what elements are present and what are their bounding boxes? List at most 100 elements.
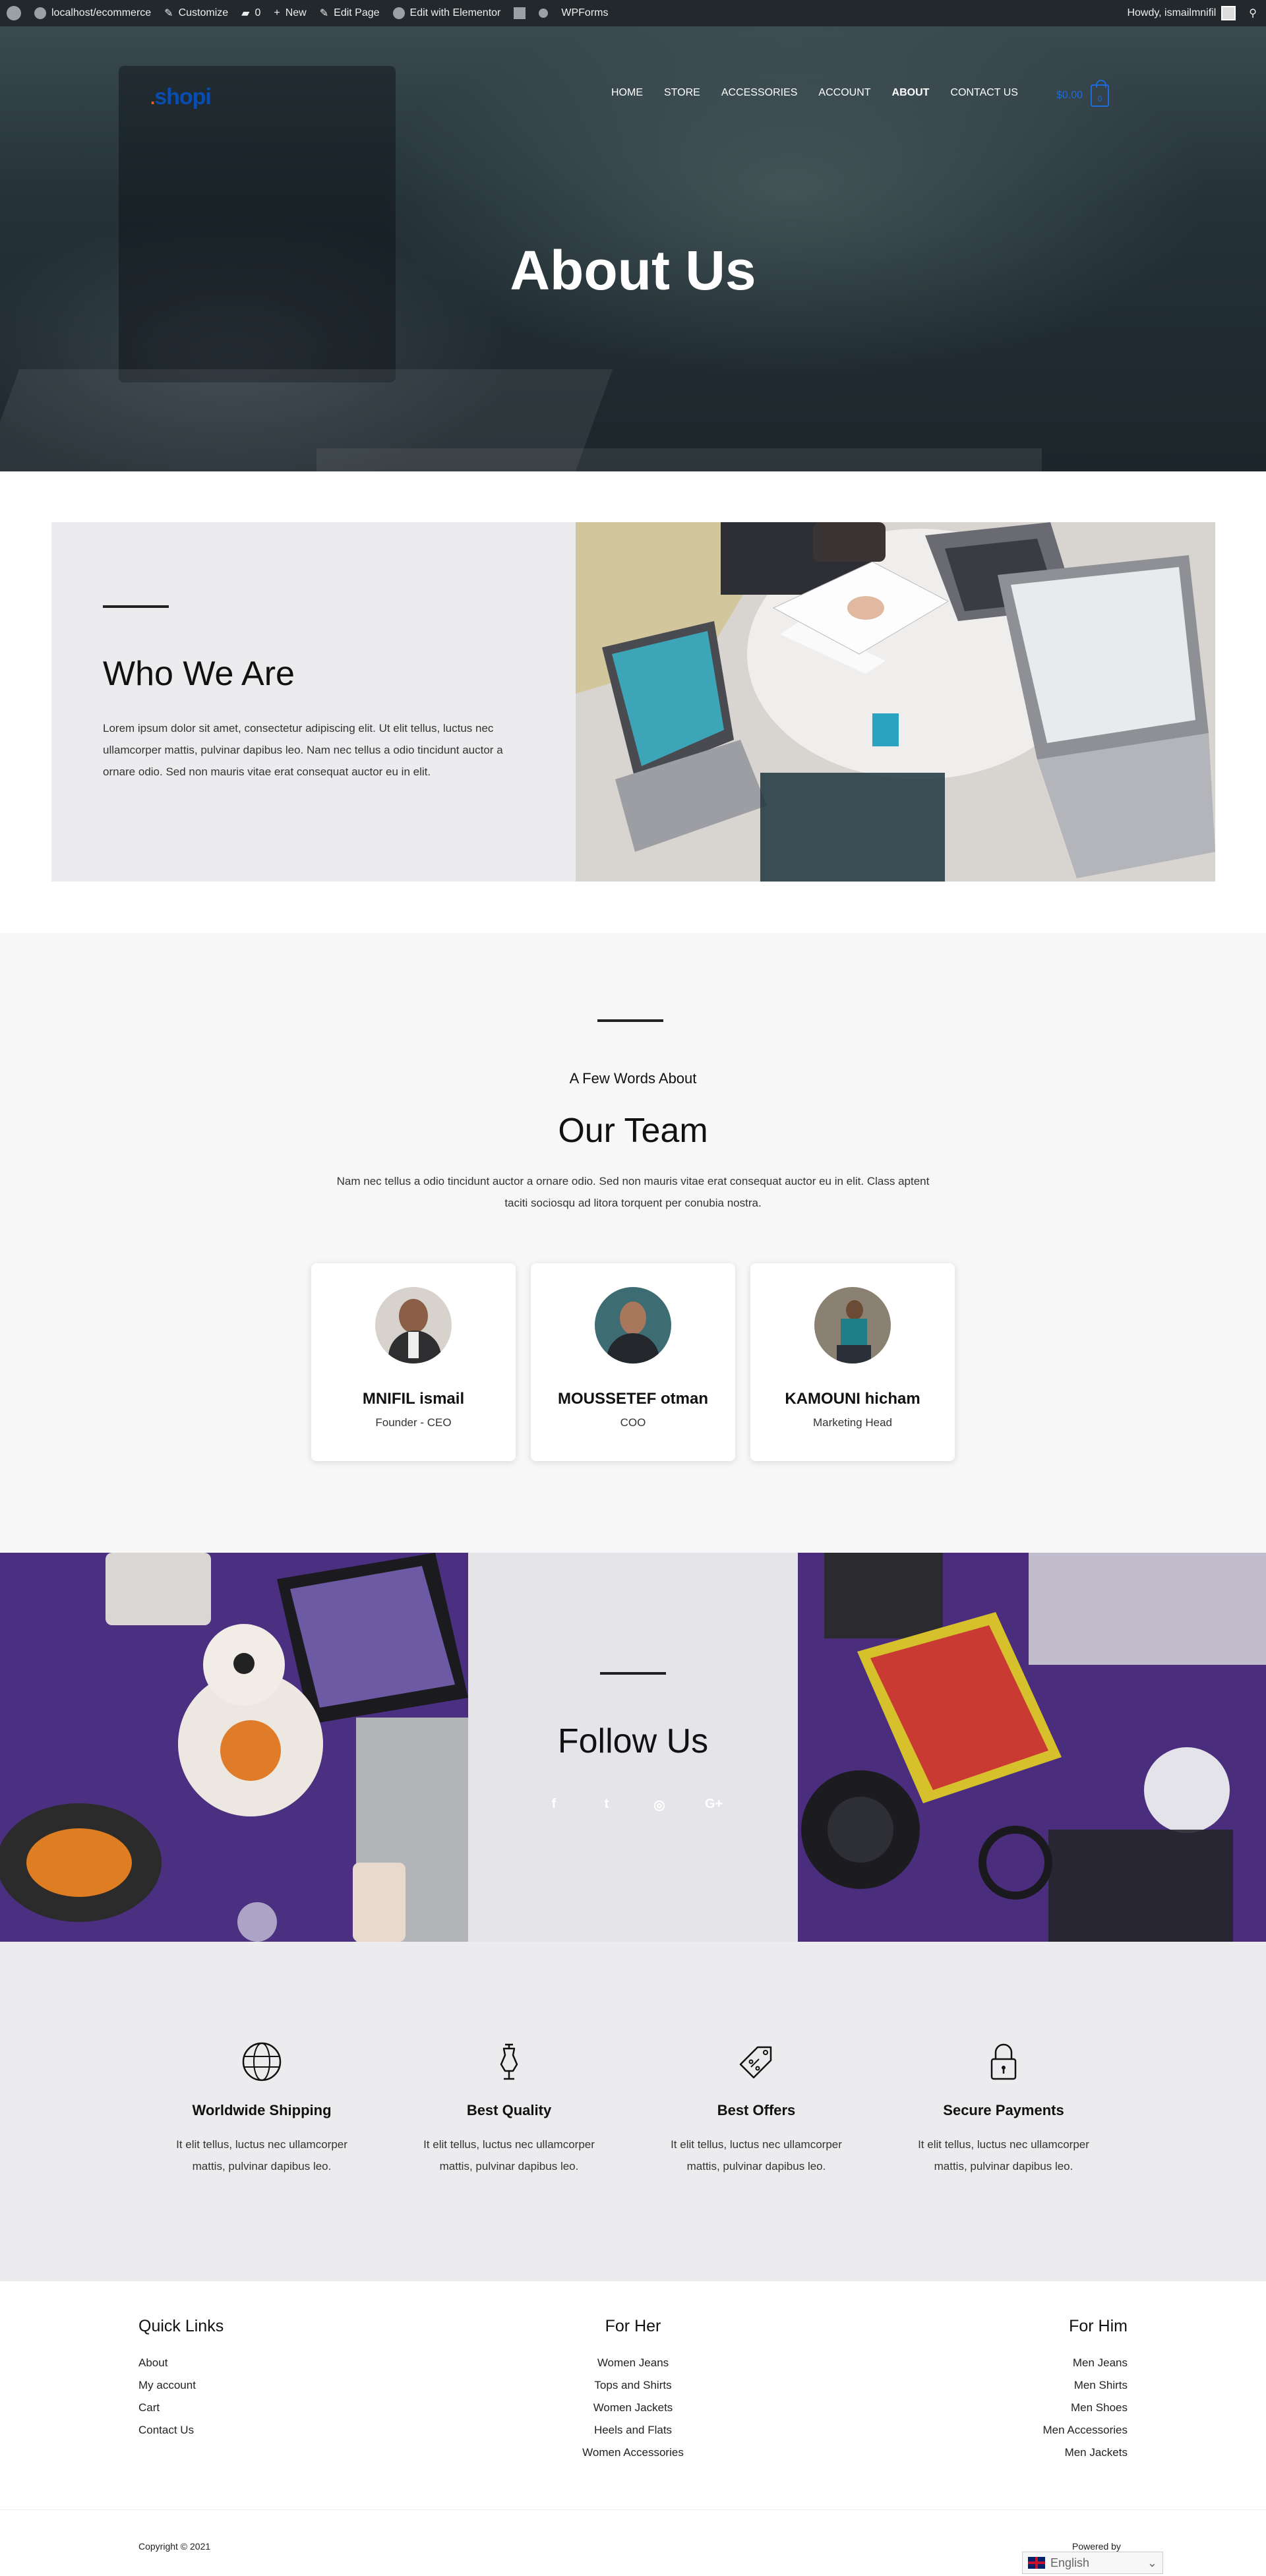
cart-count: 0 — [1097, 94, 1102, 104]
home-icon — [34, 7, 46, 19]
feature-text: It elit tellus, luctus nec ullamcorper m… — [176, 2138, 347, 2172]
hero-background-monitor — [119, 66, 396, 382]
feature-text: It elit tellus, luctus nec ullamcorper m… — [671, 2138, 842, 2172]
language-selector[interactable]: English ⌄ — [1022, 2552, 1163, 2574]
hero-section: .shopi HOME STORE ACCESSORIES ACCOUNT AB… — [0, 26, 1266, 471]
twitter-icon[interactable]: t — [599, 1797, 614, 1813]
social-links: f t ◎ G+ — [468, 1797, 798, 1813]
comments-count: 0 — [255, 7, 261, 18]
section-divider — [103, 605, 169, 608]
footer-link[interactable]: Men Accessories — [930, 2419, 1128, 2441]
comment-icon: ▰ — [241, 8, 250, 19]
feature-title: Secure Payments — [943, 2102, 1064, 2118]
menu-item-home[interactable]: HOME — [611, 87, 643, 99]
edit-elementor-link[interactable]: Edit with Elementor — [386, 0, 508, 26]
footer-link[interactable]: Women Jackets — [501, 2397, 765, 2419]
footer-link[interactable]: Men Jackets — [930, 2441, 1128, 2464]
my-account-link[interactable]: Howdy, ismailmnifil — [1120, 0, 1242, 26]
team-description: Nam nec tellus a odio tincidunt auctor a… — [336, 1175, 930, 1209]
footer-link[interactable]: Contact Us — [138, 2419, 224, 2441]
brush-icon: ✎ — [164, 8, 173, 19]
chevron-down-icon: ⌄ — [1147, 2556, 1157, 2569]
our-team-section: A Few Words About Our Team Nam nec tellu… — [0, 933, 1266, 1553]
footer-link[interactable]: Heels and Flats — [501, 2419, 765, 2441]
footer-link[interactable]: Cart — [138, 2397, 224, 2419]
footer-link[interactable]: Men Shoes — [930, 2397, 1128, 2419]
feature-item: Secure Payments It elit tellus, luctus n… — [905, 2041, 1102, 2177]
menu-item-account[interactable]: ACCOUNT — [818, 87, 870, 99]
menu-item-contact-us[interactable]: CONTACT US — [950, 87, 1018, 99]
copyright-text: Copyright © 2021 — [138, 2541, 211, 2552]
elementor-icon — [392, 7, 405, 19]
menu-item-store[interactable]: STORE — [664, 87, 700, 99]
edit-page-link[interactable]: ✎ Edit Page — [313, 0, 386, 26]
feature-item: Best Offers It elit tellus, luctus nec u… — [657, 2041, 855, 2177]
menu-item-accessories[interactable]: ACCESSORIES — [721, 87, 798, 99]
yoast-icon — [514, 7, 526, 19]
edit-page-label: Edit Page — [334, 7, 380, 18]
feature-text: It elit tellus, luctus nec ullamcorper m… — [918, 2138, 1089, 2172]
footer-for-her: For Her Women Jeans Tops and Shirts Wome… — [501, 2317, 765, 2464]
feature-text: It elit tellus, luctus nec ullamcorper m… — [423, 2138, 595, 2172]
site-footer: Quick Links About My account Cart Contac… — [0, 2281, 1266, 2576]
customize-link[interactable]: ✎ Customize — [158, 0, 235, 26]
footer-link[interactable]: About — [138, 2352, 224, 2374]
footer-link[interactable]: Women Accessories — [501, 2441, 765, 2464]
footer-link[interactable]: Men Jeans — [930, 2352, 1128, 2374]
new-content-link[interactable]: + New — [267, 0, 313, 26]
follow-us-title: Follow Us — [557, 1722, 709, 1760]
footer-link[interactable]: My account — [138, 2374, 224, 2397]
powered-by-text: Powered by — [1072, 2541, 1121, 2552]
pencil-icon: ✎ — [319, 8, 329, 19]
primary-menu: HOME STORE ACCESSORIES ACCOUNT ABOUT CON… — [611, 87, 1039, 99]
comments-link[interactable]: ▰ 0 — [235, 0, 267, 26]
dress-form-icon — [500, 2043, 518, 2080]
menu-item-about[interactable]: ABOUT — [892, 87, 930, 99]
section-divider — [600, 1672, 666, 1675]
team-member-name: KAMOUNI hicham — [785, 1390, 920, 1408]
team-member-photo — [814, 1287, 891, 1363]
who-we-are-title: Who We Are — [103, 655, 295, 693]
who-we-are-section: Who We Are Lorem ipsum dolor sit amet, c… — [51, 522, 576, 882]
team-card: KAMOUNI hicham Marketing Head — [750, 1263, 955, 1461]
feature-title: Worldwide Shipping — [192, 2102, 332, 2118]
team-working-illustration — [576, 522, 1215, 882]
wordpress-logo-menu[interactable] — [0, 0, 28, 26]
howdy-label: Howdy, ismailmnifil — [1127, 7, 1217, 18]
feature-item: Best Quality It elit tellus, luctus nec … — [410, 2041, 608, 2177]
yoast-link[interactable] — [507, 0, 532, 26]
site-name-link[interactable]: localhost/ecommerce — [28, 0, 158, 26]
footer-divider — [0, 2509, 1266, 2510]
team-member-role: Marketing Head — [812, 1416, 892, 1429]
team-title: Our Team — [558, 1112, 708, 1150]
footer-link[interactable]: Men Shirts — [930, 2374, 1128, 2397]
status-dot-link[interactable] — [532, 0, 555, 26]
instagram-icon[interactable]: ◎ — [652, 1797, 667, 1813]
comics-drone-illustration — [798, 1553, 1266, 1942]
new-label: New — [285, 7, 307, 18]
team-working-photo — [576, 522, 1215, 882]
team-member-role: COO — [620, 1416, 646, 1429]
team-member-role: Founder - CEO — [375, 1416, 452, 1429]
wpforms-label: WPForms — [561, 7, 609, 18]
feature-title: Best Quality — [466, 2102, 552, 2118]
footer-quick-links: Quick Links About My account Cart Contac… — [138, 2317, 224, 2441]
plus-icon: + — [274, 7, 280, 18]
admin-search-button[interactable]: ⚲ — [1242, 0, 1266, 26]
globe-icon — [242, 2042, 282, 2082]
site-logo[interactable]: .shopi — [150, 84, 212, 110]
facebook-icon[interactable]: f — [547, 1797, 561, 1813]
wpforms-link[interactable]: WPForms — [555, 0, 615, 26]
footer-heading: For Him — [1069, 2317, 1128, 2335]
wp-admin-bar: localhost/ecommerce ✎ Customize ▰ 0 + New ✎… — [0, 0, 1266, 26]
comics-drone-photo — [798, 1553, 1266, 1942]
footer-link[interactable]: Tops and Shirts — [501, 2374, 765, 2397]
main-navigation: .shopi HOME STORE ACCESSORIES ACCOUNT AB… — [0, 26, 1266, 109]
footer-link[interactable]: Women Jeans — [501, 2352, 765, 2374]
feature-title: Best Offers — [717, 2102, 796, 2118]
team-card: MNIFIL ismail Founder - CEO — [311, 1263, 516, 1461]
robot-toys-photo — [0, 1553, 468, 1942]
cart-link[interactable]: $0.00 0 — [1056, 80, 1110, 107]
google-plus-icon[interactable]: G+ — [705, 1797, 723, 1813]
uk-flag-icon — [1028, 2557, 1045, 2569]
